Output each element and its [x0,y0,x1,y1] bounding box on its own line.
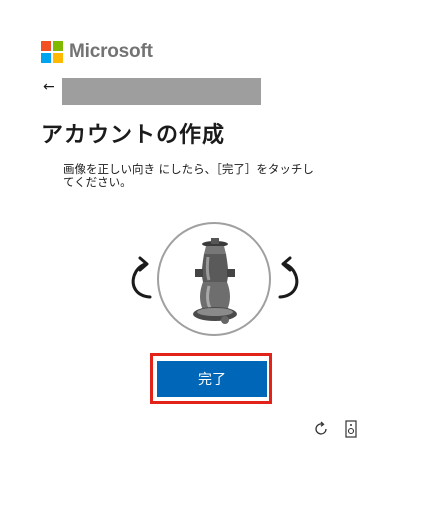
microsoft-logo: Microsoft [41,41,153,63]
audio-icon[interactable] [340,418,362,440]
hydrant-image [193,238,237,324]
rotation-puzzle [128,222,300,337]
refresh-icon[interactable] [310,418,332,440]
back-row: ← [43,79,61,95]
redacted-email [62,78,261,105]
puzzle-image [157,222,271,336]
rotate-right-icon[interactable] [270,252,302,307]
microsoft-logo-icon [41,41,63,63]
page-title: アカウントの作成 [41,123,226,148]
done-button[interactable]: 完了 [157,361,267,397]
back-arrow-icon[interactable]: ← [43,79,61,95]
rotate-left-icon[interactable] [128,252,160,307]
puzzle-tools [310,418,370,440]
brand-name: Microsoft [69,41,153,62]
puzzle-instruction: 画像を正しい向き にしたら、［完了］をタッチしてください。 [63,162,314,189]
